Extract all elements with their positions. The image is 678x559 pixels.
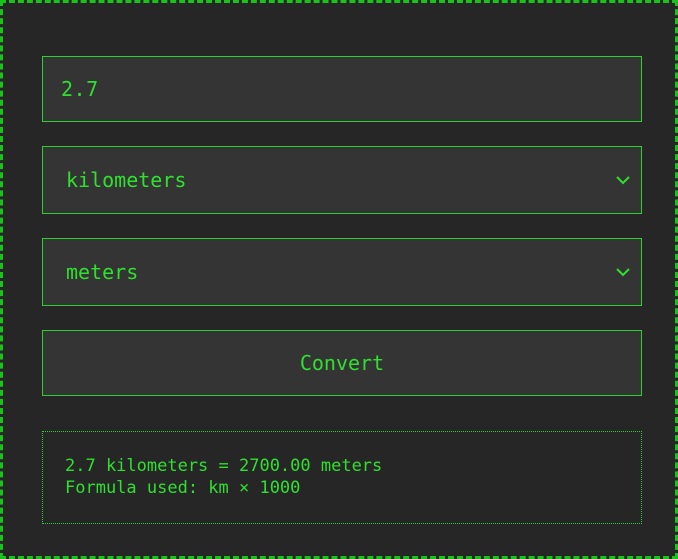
- to-unit-selected-value: meters: [66, 260, 139, 284]
- convert-button[interactable]: Convert: [42, 330, 642, 396]
- convert-button-label: Convert: [299, 351, 385, 375]
- converter-panel: 2.7 kilometers meters Convert 2.7 kilome…: [0, 0, 678, 559]
- result-output: 2.7 kilometers = 2700.00 meters Formula …: [42, 431, 642, 524]
- from-unit-select[interactable]: kilometers: [42, 146, 642, 214]
- value-input[interactable]: 2.7: [42, 56, 642, 122]
- chevron-down-icon: [615, 266, 631, 278]
- result-conversion-text: 2.7 kilometers = 2700.00 meters: [65, 456, 383, 476]
- chevron-down-icon: [615, 174, 631, 186]
- result-formula-text: Formula used: km × 1000: [65, 478, 301, 498]
- to-unit-select[interactable]: meters: [42, 238, 642, 306]
- from-unit-selected-value: kilometers: [66, 168, 187, 192]
